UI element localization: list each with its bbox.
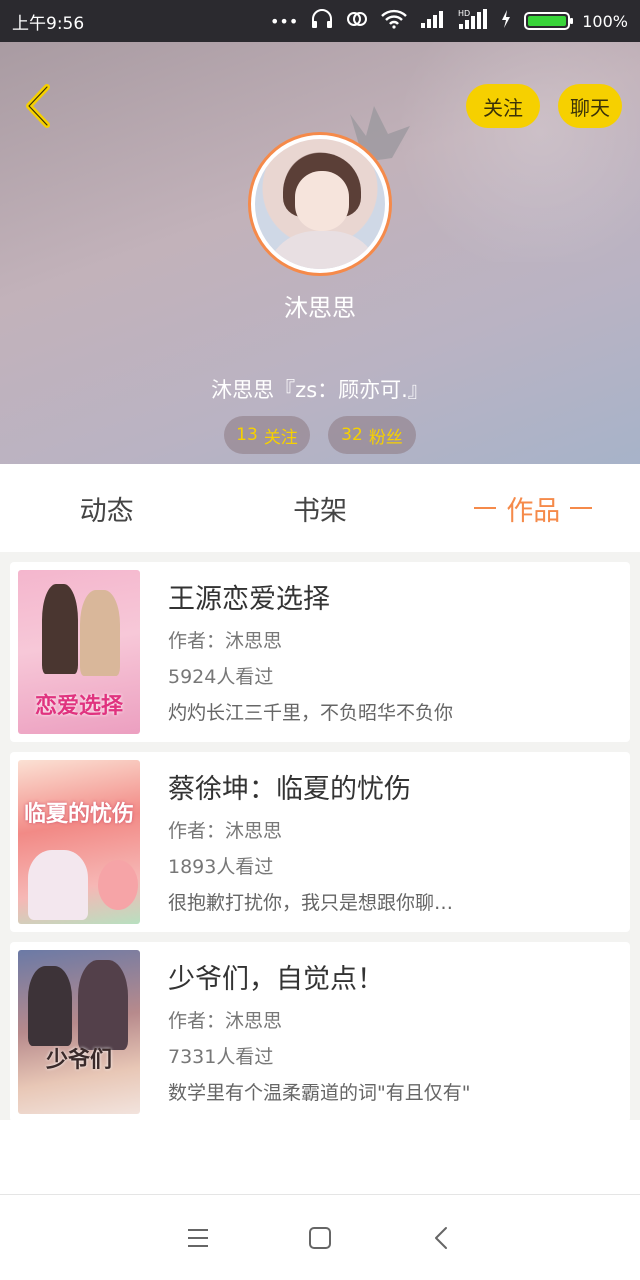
cover-title: 临夏的忧伤 <box>24 802 135 827</box>
tab-label: 动态 <box>79 495 134 527</box>
tab-works[interactable]: 作品 <box>427 464 640 552</box>
battery-percent: 100% <box>582 11 628 31</box>
battery-icon <box>524 12 574 30</box>
book-cover: 临夏的忧伤 <box>18 760 140 924</box>
username: 沐思思 <box>284 294 356 322</box>
status-icons: ••• HD 100% <box>270 8 628 35</box>
book-description: 很抱歉打扰你，我只是想跟你聊… <box>168 892 454 914</box>
menu-button[interactable] <box>184 1224 212 1252</box>
more-dots-icon: ••• <box>269 11 299 31</box>
book-title: 王源恋爱选择 <box>168 584 330 615</box>
fans-label: 粉丝 <box>368 427 403 448</box>
avatar[interactable] <box>248 132 392 276</box>
menu-icon <box>188 1228 208 1247</box>
book-views: 1893人看过 <box>168 856 274 878</box>
back-arrow-icon <box>435 1226 447 1249</box>
following-count: 13 <box>236 425 258 445</box>
list-item[interactable]: 临夏的忧伤 蔡徐坤：临夏的忧伤 作者：沐思思 1893人看过 很抱歉打扰你，我只… <box>10 752 630 932</box>
tab-active-indicator-right <box>570 507 593 509</box>
tab-dynamics[interactable]: 动态 <box>0 464 213 552</box>
wifi-icon <box>380 9 408 34</box>
home-button[interactable] <box>306 1224 334 1252</box>
status-bar: 上午9:56 ••• HD 100% <box>0 0 640 42</box>
back-nav-button[interactable] <box>428 1224 456 1252</box>
book-author: 作者：沐思思 <box>168 820 283 842</box>
book-views: 7331人看过 <box>168 1046 274 1068</box>
works-list: 恋爱选择 王源恋爱选择 作者：沐思思 5924人看过 灼灼长江三千里，不负昭华不… <box>0 552 640 1120</box>
book-description: 数学里有个温柔霸道的词"有且仅有" <box>168 1082 471 1104</box>
book-cover: 少爷们 <box>18 950 140 1114</box>
book-info: 蔡徐坤：临夏的忧伤 作者：沐思思 1893人看过 很抱歉打扰你，我只是想跟你聊… <box>168 760 453 924</box>
following-label: 关注 <box>263 427 298 448</box>
avatar-image <box>255 139 385 269</box>
following-count-button[interactable]: 13 关注 <box>224 416 310 454</box>
tab-bookshelf[interactable]: 书架 <box>213 464 426 552</box>
chat-button[interactable]: 聊天 <box>558 84 622 128</box>
book-views: 5924人看过 <box>168 666 274 688</box>
book-info: 少爷们，自觉点！ 作者：沐思思 7331人看过 数学里有个温柔霸道的词"有且仅有… <box>168 950 470 1114</box>
fans-count-button[interactable]: 32 粉丝 <box>328 416 416 454</box>
signal-icon <box>420 9 446 34</box>
cover-title: 恋爱选择 <box>34 694 123 719</box>
tab-active-indicator-left <box>474 507 497 509</box>
back-button[interactable] <box>18 82 58 130</box>
tab-label: 书架 <box>292 495 347 527</box>
charging-icon <box>500 9 512 34</box>
fans-count: 32 <box>341 425 363 445</box>
list-item[interactable]: 少爷们 少爷们，自觉点！ 作者：沐思思 7331人看过 数学里有个温柔霸道的词"… <box>10 942 630 1120</box>
headset-icon <box>310 8 334 34</box>
sync-icon <box>346 9 368 34</box>
tab-label: 作品 <box>506 495 561 527</box>
list-item[interactable]: 恋爱选择 王源恋爱选择 作者：沐思思 5924人看过 灼灼长江三千里，不负昭华不… <box>10 562 630 742</box>
tab-bar: 动态 书架 作品 <box>0 464 640 552</box>
home-square-icon <box>309 1226 331 1249</box>
status-time: 上午9:56 <box>12 13 85 34</box>
svg-text:HD: HD <box>458 9 470 18</box>
battery-fill <box>528 16 567 26</box>
profile-header: 关注 聊天 沐思思 沐思思『zs：顾亦可.』 13 关注 32 粉丝 <box>0 42 640 464</box>
book-title: 少爷们，自觉点！ <box>168 964 384 995</box>
book-author: 作者：沐思思 <box>168 630 283 652</box>
system-nav-bar <box>0 1194 640 1280</box>
book-info: 王源恋爱选择 作者：沐思思 5924人看过 灼灼长江三千里，不负昭华不负你 <box>168 570 453 734</box>
hd-signal-icon: HD <box>458 8 488 35</box>
chevron-left-icon <box>26 84 50 128</box>
book-description: 灼灼长江三千里，不负昭华不负你 <box>168 702 454 724</box>
book-title: 蔡徐坤：临夏的忧伤 <box>168 774 411 805</box>
follow-button[interactable]: 关注 <box>466 84 540 128</box>
book-author: 作者：沐思思 <box>168 1010 283 1032</box>
book-cover: 恋爱选择 <box>18 570 140 734</box>
cover-title: 少爷们 <box>45 1048 112 1073</box>
bio-text: 沐思思『zs：顾亦可.』 <box>211 378 429 402</box>
